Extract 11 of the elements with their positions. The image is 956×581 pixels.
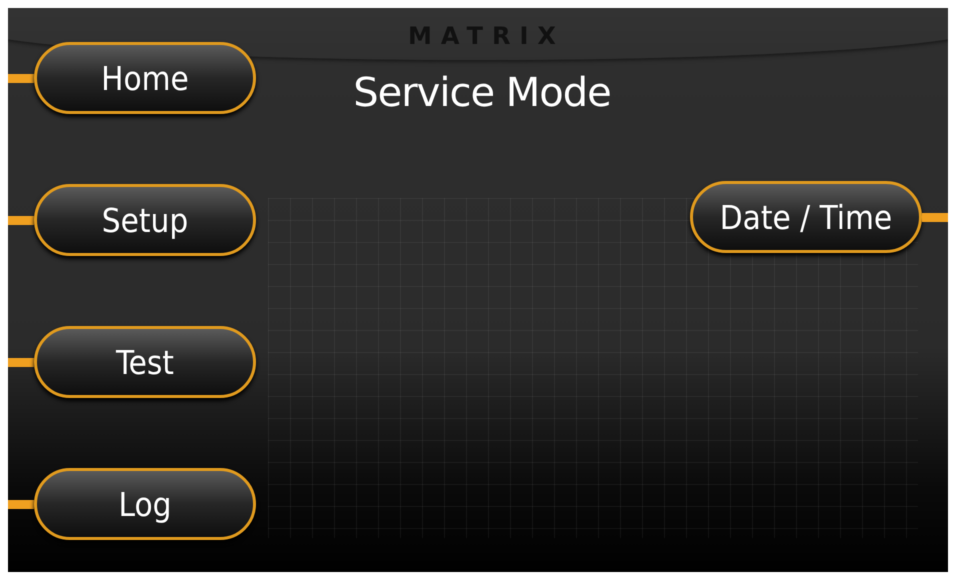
connector-stub (8, 358, 34, 366)
connector-stub (8, 216, 34, 224)
menu-button[interactable]: Log (34, 468, 256, 540)
menu-button[interactable]: Setup (34, 184, 256, 256)
screen-title: Service Mode (353, 70, 611, 116)
menu-button[interactable]: Date / Time (690, 181, 922, 253)
connector-stub (8, 500, 34, 508)
connector-stub (922, 212, 948, 222)
menu-button[interactable]: Home (34, 42, 256, 114)
connector-stub (8, 74, 34, 82)
menu-button[interactable]: Test (34, 326, 256, 398)
